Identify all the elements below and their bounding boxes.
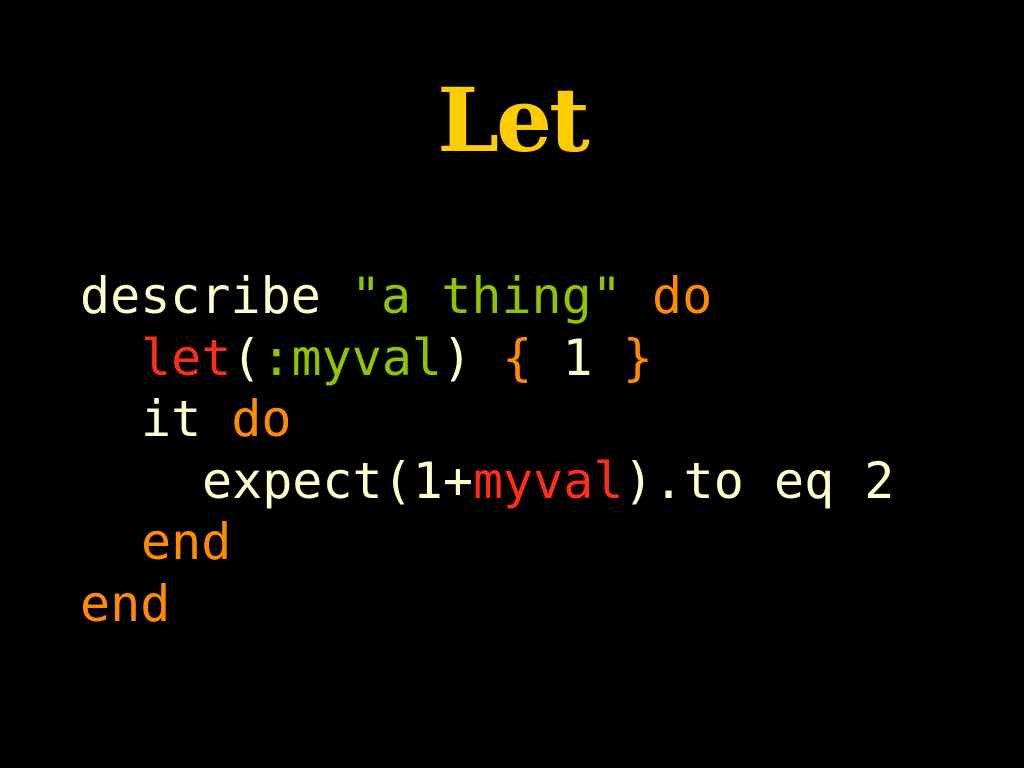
- expect-call: expect(1+: [202, 451, 473, 510]
- keyword-end: end: [141, 513, 232, 571]
- open-paren: (: [231, 328, 262, 387]
- keyword-it: it: [141, 390, 202, 448]
- keyword-do: do: [651, 267, 713, 325]
- code-block: describe "a thing" do let(:myval) { 1 } it…: [80, 266, 894, 635]
- close-paren: ): [442, 328, 473, 387]
- slide-title: Let: [437, 68, 590, 172]
- keyword-end: end: [80, 574, 171, 633]
- string-literal: "a thing": [350, 267, 622, 325]
- keyword-do: do: [231, 390, 292, 448]
- let-value: 1: [562, 328, 593, 387]
- myval-reference: myval: [472, 451, 624, 510]
- symbol-myval: :myval: [261, 328, 443, 387]
- code-line-3: it do: [80, 389, 894, 451]
- close-brace: }: [622, 328, 653, 387]
- open-brace: {: [502, 328, 533, 387]
- code-line-5: end: [80, 512, 894, 574]
- slide: Let describe "a thing" do let(:myval) { 1…: [0, 0, 1024, 768]
- code-line-4: expect(1+myval).to eq 2: [80, 451, 894, 513]
- code-line-1: describe "a thing" do: [80, 266, 894, 328]
- matcher-chain: ).to eq 2: [623, 451, 895, 510]
- code-line-2: let(:myval) { 1 }: [80, 328, 894, 390]
- keyword-let: let: [141, 328, 232, 387]
- code-line-6: end: [80, 574, 894, 636]
- keyword-describe: describe: [80, 267, 321, 325]
